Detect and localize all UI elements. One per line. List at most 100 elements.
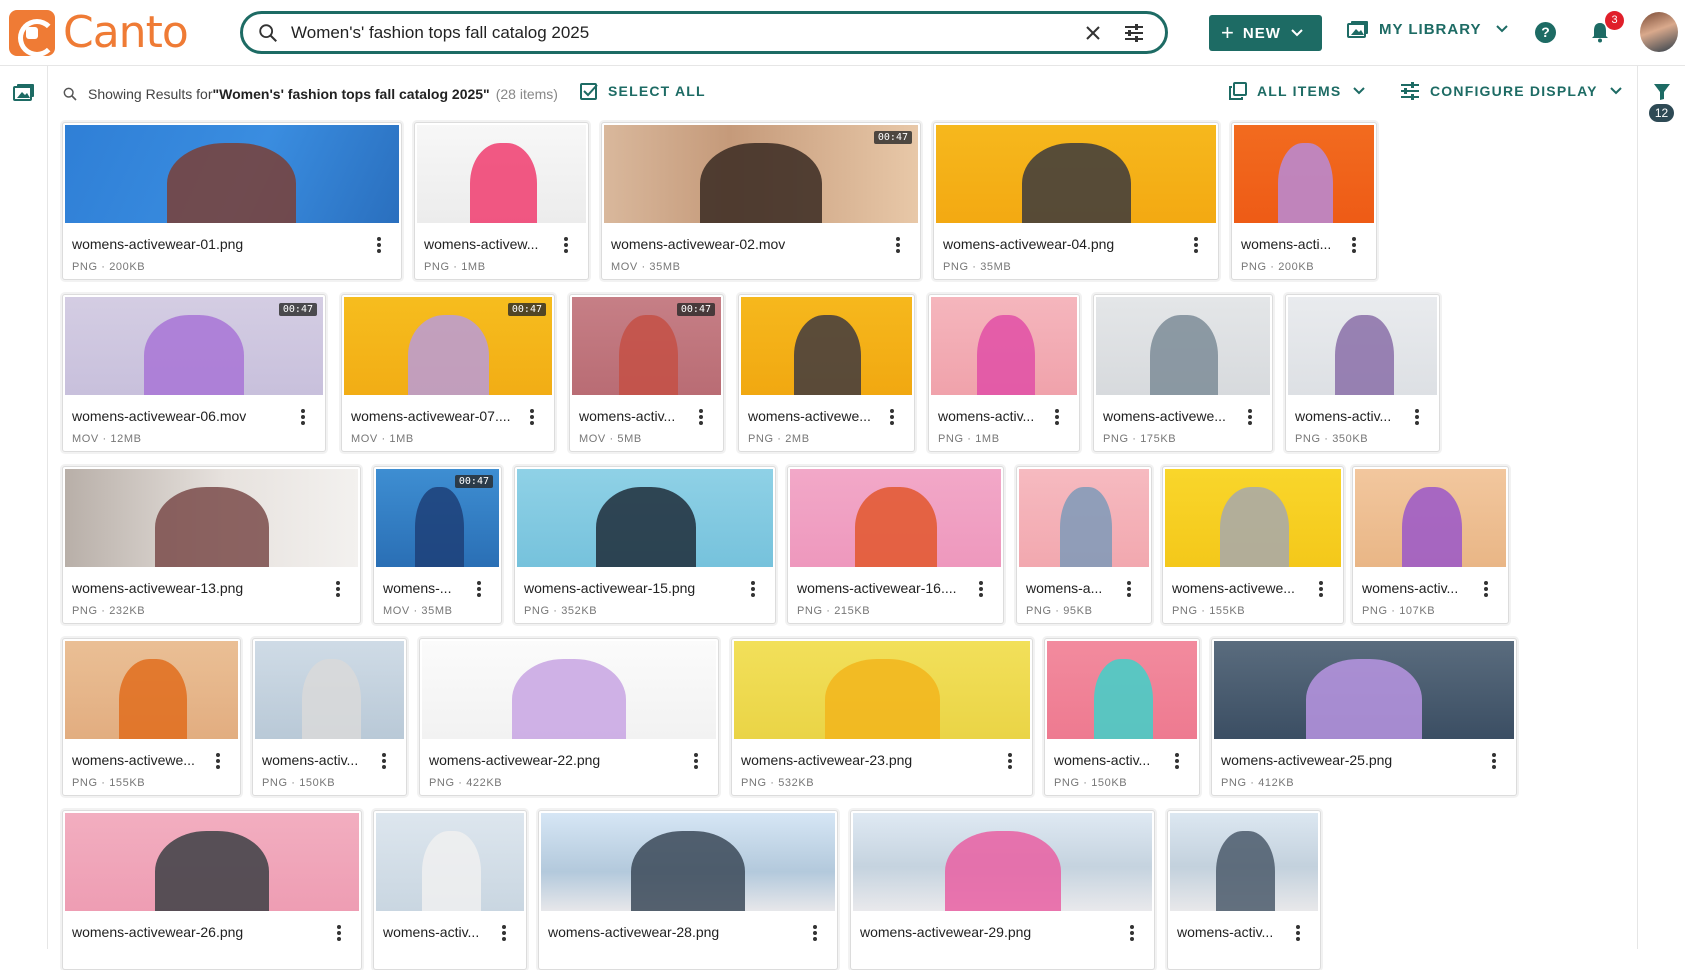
asset-filename[interactable]: womens-acti... xyxy=(1241,236,1331,252)
asset-thumbnail[interactable] xyxy=(1170,813,1318,911)
asset-card[interactable]: womens-activ... xyxy=(373,810,527,970)
asset-thumbnail[interactable] xyxy=(376,813,524,911)
asset-thumbnail[interactable] xyxy=(255,641,404,739)
asset-card[interactable]: womens-activewear-28.png xyxy=(538,810,838,970)
more-options-icon[interactable] xyxy=(1188,235,1204,255)
more-options-icon[interactable] xyxy=(1346,235,1362,255)
asset-card[interactable]: womens-activewe... PNG · 155KB xyxy=(1162,466,1344,624)
more-options-icon[interactable] xyxy=(745,579,761,599)
asset-thumbnail[interactable] xyxy=(65,125,399,223)
more-options-icon[interactable] xyxy=(1478,579,1494,599)
select-all-button[interactable]: SELECT ALL xyxy=(580,82,706,100)
asset-thumbnail[interactable]: 00:47 xyxy=(344,297,552,395)
asset-filename[interactable]: womens-activewe... xyxy=(72,752,195,768)
asset-filename[interactable]: womens-activewear-15.png xyxy=(524,580,695,596)
asset-filename[interactable]: womens-activewear-16.... xyxy=(797,580,957,596)
more-options-icon[interactable] xyxy=(807,923,823,943)
advanced-search-icon[interactable] xyxy=(1123,23,1145,43)
more-options-icon[interactable] xyxy=(330,579,346,599)
my-library-button[interactable]: MY LIBRARY xyxy=(1347,20,1508,38)
asset-thumbnail[interactable]: 00:47 xyxy=(604,125,918,223)
asset-card[interactable]: womens-activ... PNG · 150KB xyxy=(252,638,407,796)
more-options-icon[interactable] xyxy=(973,579,989,599)
more-options-icon[interactable] xyxy=(371,235,387,255)
asset-thumbnail[interactable] xyxy=(417,125,586,223)
more-options-icon[interactable] xyxy=(1409,407,1425,427)
more-options-icon[interactable] xyxy=(1242,407,1258,427)
asset-card[interactable]: womens-activ... PNG · 107KB xyxy=(1352,466,1509,624)
asset-thumbnail[interactable] xyxy=(741,297,912,395)
asset-card[interactable]: 00:47 womens-activewear-06.mov MOV · 12MB xyxy=(62,294,326,452)
asset-thumbnail[interactable] xyxy=(541,813,835,911)
help-icon[interactable]: ? xyxy=(1535,22,1556,43)
asset-card[interactable]: womens-activew... PNG · 1MB xyxy=(414,122,589,280)
asset-card[interactable]: womens-activewe... PNG · 2MB xyxy=(738,294,915,452)
configure-display-dropdown[interactable]: CONFIGURE DISPLAY xyxy=(1400,82,1622,100)
asset-card[interactable]: womens-activewear-13.png PNG · 232KB xyxy=(62,466,361,624)
asset-filename[interactable]: womens-activewear-01.png xyxy=(72,236,243,252)
asset-filename[interactable]: womens-activewear-04.png xyxy=(943,236,1114,252)
more-options-icon[interactable] xyxy=(1049,407,1065,427)
more-options-icon[interactable] xyxy=(1124,923,1140,943)
asset-card[interactable]: womens-activewear-15.png PNG · 352KB xyxy=(514,466,776,624)
asset-filename[interactable]: womens-activew... xyxy=(424,236,538,252)
asset-filename[interactable]: womens-activewear-26.png xyxy=(72,924,243,940)
more-options-icon[interactable] xyxy=(210,751,226,771)
asset-filename[interactable]: womens-activ... xyxy=(1295,408,1391,424)
asset-thumbnail[interactable] xyxy=(790,469,1001,567)
asset-thumbnail[interactable] xyxy=(936,125,1216,223)
asset-filename[interactable]: womens-activ... xyxy=(1177,924,1273,940)
more-options-icon[interactable] xyxy=(1290,923,1306,943)
asset-thumbnail[interactable] xyxy=(853,813,1152,911)
asset-filename[interactable]: womens-a... xyxy=(1026,580,1102,596)
asset-card[interactable]: womens-activ... xyxy=(1167,810,1321,970)
more-options-icon[interactable] xyxy=(295,407,311,427)
asset-filename[interactable]: womens-activewear-06.mov xyxy=(72,408,246,424)
more-options-icon[interactable] xyxy=(1121,579,1137,599)
new-button[interactable]: + NEW xyxy=(1209,15,1322,51)
asset-card[interactable]: womens-activewear-16.... PNG · 215KB xyxy=(787,466,1004,624)
more-options-icon[interactable] xyxy=(1169,751,1185,771)
asset-filename[interactable]: womens-activewear-28.png xyxy=(548,924,719,940)
asset-card[interactable]: womens-activewear-01.png PNG · 200KB xyxy=(62,122,402,280)
asset-filename[interactable]: womens-activewear-25.png xyxy=(1221,752,1392,768)
more-options-icon[interactable] xyxy=(524,407,540,427)
asset-filename[interactable]: womens-activewe... xyxy=(1103,408,1226,424)
asset-filename[interactable]: womens-activewear-13.png xyxy=(72,580,243,596)
asset-thumbnail[interactable] xyxy=(517,469,773,567)
asset-card[interactable]: womens-acti... PNG · 200KB xyxy=(1231,122,1377,280)
asset-thumbnail[interactable] xyxy=(1355,469,1506,567)
filter-icon[interactable] xyxy=(1653,83,1671,101)
asset-filename[interactable]: womens-activ... xyxy=(262,752,358,768)
more-options-icon[interactable] xyxy=(688,751,704,771)
asset-card[interactable]: womens-activewear-23.png PNG · 532KB xyxy=(731,638,1033,796)
asset-card[interactable]: womens-activewear-25.png PNG · 412KB xyxy=(1211,638,1517,796)
more-options-icon[interactable] xyxy=(376,751,392,771)
asset-thumbnail[interactable] xyxy=(65,469,358,567)
asset-filename[interactable]: womens-... xyxy=(383,580,451,596)
search-icon[interactable] xyxy=(257,22,279,44)
asset-thumbnail[interactable] xyxy=(1234,125,1374,223)
asset-card[interactable]: 00:47 womens-activewear-07.... MOV · 1MB xyxy=(341,294,555,452)
asset-card[interactable]: womens-activewear-04.png PNG · 35MB xyxy=(933,122,1219,280)
asset-filename[interactable]: womens-activ... xyxy=(383,924,479,940)
more-options-icon[interactable] xyxy=(471,579,487,599)
more-options-icon[interactable] xyxy=(890,235,906,255)
asset-thumbnail[interactable] xyxy=(65,813,359,911)
asset-filename[interactable]: womens-activ... xyxy=(1362,580,1458,596)
asset-card[interactable]: womens-activ... PNG · 150KB xyxy=(1044,638,1200,796)
asset-thumbnail[interactable] xyxy=(1288,297,1437,395)
asset-card[interactable]: womens-activ... PNG · 1MB xyxy=(928,294,1080,452)
asset-thumbnail[interactable]: 00:47 xyxy=(572,297,721,395)
asset-thumbnail[interactable] xyxy=(1047,641,1197,739)
asset-filename[interactable]: womens-activewe... xyxy=(1172,580,1295,596)
all-items-dropdown[interactable]: ALL ITEMS xyxy=(1229,82,1366,100)
asset-thumbnail[interactable] xyxy=(422,641,716,739)
asset-thumbnail[interactable]: 00:47 xyxy=(65,297,323,395)
asset-card[interactable]: womens-activewear-22.png PNG · 422KB xyxy=(419,638,719,796)
asset-thumbnail[interactable]: 00:47 xyxy=(376,469,499,567)
more-options-icon[interactable] xyxy=(693,407,709,427)
asset-thumbnail[interactable] xyxy=(931,297,1077,395)
library-icon[interactable] xyxy=(13,83,35,101)
search-input[interactable] xyxy=(291,22,1091,43)
